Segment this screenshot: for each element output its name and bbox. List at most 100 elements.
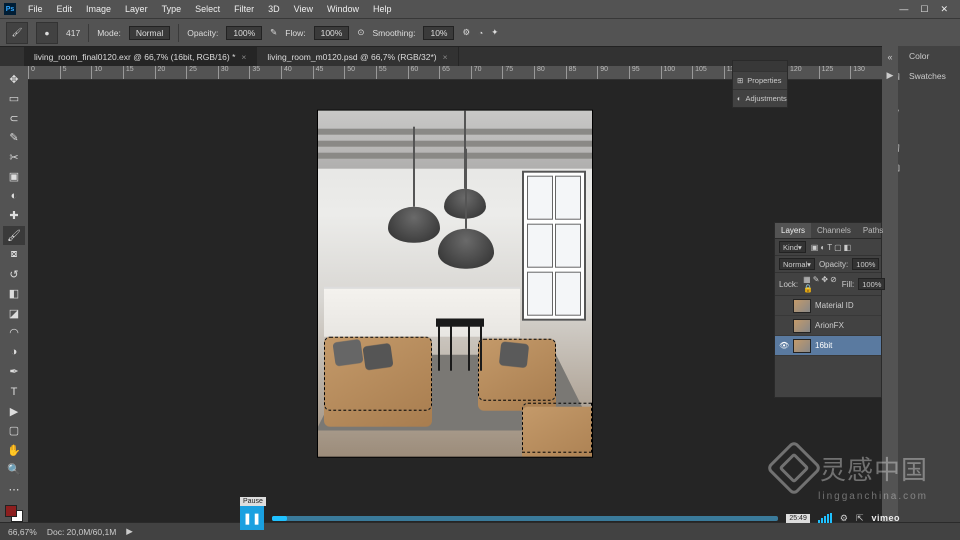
adjustments-icon: ◐: [737, 94, 742, 103]
doc-size-readout[interactable]: Doc: 20,0M/60,1M: [47, 527, 116, 537]
menu-image[interactable]: Image: [80, 2, 117, 16]
vimeo-logo[interactable]: vimeo: [871, 513, 900, 523]
brush-tool[interactable]: 🖌: [3, 226, 25, 245]
layer-thumbnail[interactable]: [793, 299, 811, 313]
close-icon[interactable]: ×: [443, 52, 448, 62]
menu-type[interactable]: Type: [156, 2, 188, 16]
settings-icon[interactable]: ⚙: [840, 513, 848, 524]
layer-fill-field[interactable]: 100%: [858, 278, 885, 290]
symmetry-icon[interactable]: ✦: [491, 27, 498, 38]
lasso-tool[interactable]: ⊂: [3, 109, 25, 128]
panel-label: Properties: [747, 76, 781, 85]
filter-type-icon[interactable]: ◧: [844, 243, 852, 252]
lock-icon[interactable]: ✎: [813, 275, 820, 284]
color-swatch[interactable]: [5, 505, 23, 522]
opacity-field[interactable]: 100%: [226, 26, 262, 40]
layer-filter-kind[interactable]: Kind ▾: [779, 241, 806, 253]
blur-tool[interactable]: ◠: [3, 324, 25, 343]
menu-window[interactable]: Window: [321, 2, 365, 16]
close-icon[interactable]: ×: [241, 52, 246, 62]
menu-file[interactable]: File: [22, 2, 49, 16]
filter-type-icon[interactable]: ▢: [834, 243, 842, 252]
document-tab[interactable]: living_room_m0120.psd @ 66,7% (RGB/32*) …: [257, 47, 458, 66]
filter-type-icon[interactable]: ◐: [820, 243, 825, 252]
window-maximize[interactable]: ☐: [920, 4, 928, 15]
zoom-tool[interactable]: 🔍: [3, 460, 25, 479]
filter-type-icon[interactable]: ▣: [811, 243, 819, 252]
canvas-viewport[interactable]: [28, 80, 882, 522]
panel-properties[interactable]: ⊞ Properties: [733, 71, 787, 89]
dodge-tool[interactable]: ◑: [3, 343, 25, 362]
floating-panel-group[interactable]: ⊞ Properties ◐ Adjustments: [732, 60, 788, 108]
marquee-tool[interactable]: ▭: [3, 90, 25, 109]
menu-layer[interactable]: Layer: [119, 2, 154, 16]
smoothing-field[interactable]: 10%: [423, 26, 454, 40]
layer-row[interactable]: Material ID: [775, 296, 881, 316]
brush-preview-icon[interactable]: ●: [36, 22, 58, 44]
brush-size[interactable]: 417: [66, 28, 80, 38]
menu-select[interactable]: Select: [189, 2, 226, 16]
pen-tool[interactable]: ✒: [3, 363, 25, 382]
edit-toolbar[interactable]: ⋯: [3, 480, 25, 499]
airbrush-icon[interactable]: ⊙: [357, 27, 364, 38]
healing-tool[interactable]: ✚: [3, 207, 25, 226]
lock-icon[interactable]: ▦: [803, 275, 811, 284]
tab-channels[interactable]: Channels: [811, 223, 857, 238]
layer-opacity-field[interactable]: 100%: [852, 258, 879, 270]
tool-preset-icon[interactable]: 🖌: [6, 22, 28, 44]
lock-icon[interactable]: 🔒: [803, 284, 813, 293]
pause-button[interactable]: Pause ❚❚: [240, 506, 264, 530]
menu-edit[interactable]: Edit: [51, 2, 79, 16]
menu-help[interactable]: Help: [367, 2, 398, 16]
flow-field[interactable]: 100%: [314, 26, 350, 40]
tab-layers[interactable]: Layers: [775, 223, 811, 238]
expand-icon[interactable]: «: [887, 52, 892, 62]
lock-icon[interactable]: ⊘: [830, 275, 837, 284]
layer-row[interactable]: ArionFX: [775, 316, 881, 336]
move-tool[interactable]: ✥: [3, 70, 25, 89]
lock-icon[interactable]: ✥: [821, 275, 828, 284]
layer-blend-mode[interactable]: Normal ▾: [779, 258, 815, 270]
document-canvas[interactable]: [318, 111, 592, 457]
smoothing-options-icon[interactable]: ⚙: [462, 27, 470, 38]
filter-type-icon[interactable]: T: [827, 243, 832, 252]
eyedropper-tool[interactable]: ◐: [3, 187, 25, 206]
menu-filter[interactable]: Filter: [228, 2, 260, 16]
rectangle-tool[interactable]: ▢: [3, 421, 25, 440]
layer-thumbnail[interactable]: [793, 339, 811, 353]
crop-tool[interactable]: ✂: [3, 148, 25, 167]
pressure-size-icon[interactable]: ◔: [478, 28, 483, 38]
progress-bar[interactable]: [272, 516, 778, 521]
volume-icon[interactable]: [818, 513, 832, 523]
menu-view[interactable]: View: [288, 2, 319, 16]
layers-panel: Layers Channels Paths Kind ▾ ▣◐T▢◧ Norma…: [774, 222, 882, 398]
window-minimize[interactable]: —: [899, 4, 908, 15]
blend-mode-select[interactable]: Normal: [129, 26, 170, 40]
pressure-opacity-icon[interactable]: ✎: [270, 27, 277, 38]
menu-3d[interactable]: 3D: [262, 2, 286, 16]
visibility-icon[interactable]: 👁: [779, 341, 789, 350]
document-tab[interactable]: living_room_final0120.exr @ 66,7% (16bit…: [24, 47, 257, 66]
hand-tool[interactable]: ✋: [3, 441, 25, 460]
frame-tool[interactable]: ▣: [3, 168, 25, 187]
type-tool[interactable]: T: [3, 382, 25, 401]
history-brush-tool[interactable]: ↺: [3, 265, 25, 284]
zoom-readout[interactable]: 66,67%: [8, 527, 37, 537]
selection-marquee: [522, 403, 592, 453]
window-close[interactable]: ✕: [940, 4, 948, 15]
path-select-tool[interactable]: ▶: [3, 402, 25, 421]
status-arrow-icon[interactable]: ▶: [126, 526, 133, 537]
quick-select-tool[interactable]: ✎: [3, 129, 25, 148]
layer-thumbnail[interactable]: [793, 319, 811, 333]
share-icon[interactable]: ⇱: [856, 513, 864, 524]
eraser-tool[interactable]: ◧: [3, 285, 25, 304]
panel-label: Swatches: [909, 71, 946, 81]
panel-drag-handle[interactable]: [733, 61, 787, 71]
play-icon[interactable]: ▶: [887, 70, 894, 81]
layer-name: Material ID: [815, 301, 854, 310]
gradient-tool[interactable]: ◪: [3, 304, 25, 323]
panel-adjustments[interactable]: ◐ Adjustments: [733, 89, 787, 107]
tab-paths[interactable]: Paths: [857, 223, 889, 238]
layer-row[interactable]: 👁16bit: [775, 336, 881, 356]
stamp-tool[interactable]: ⧇: [3, 246, 25, 265]
